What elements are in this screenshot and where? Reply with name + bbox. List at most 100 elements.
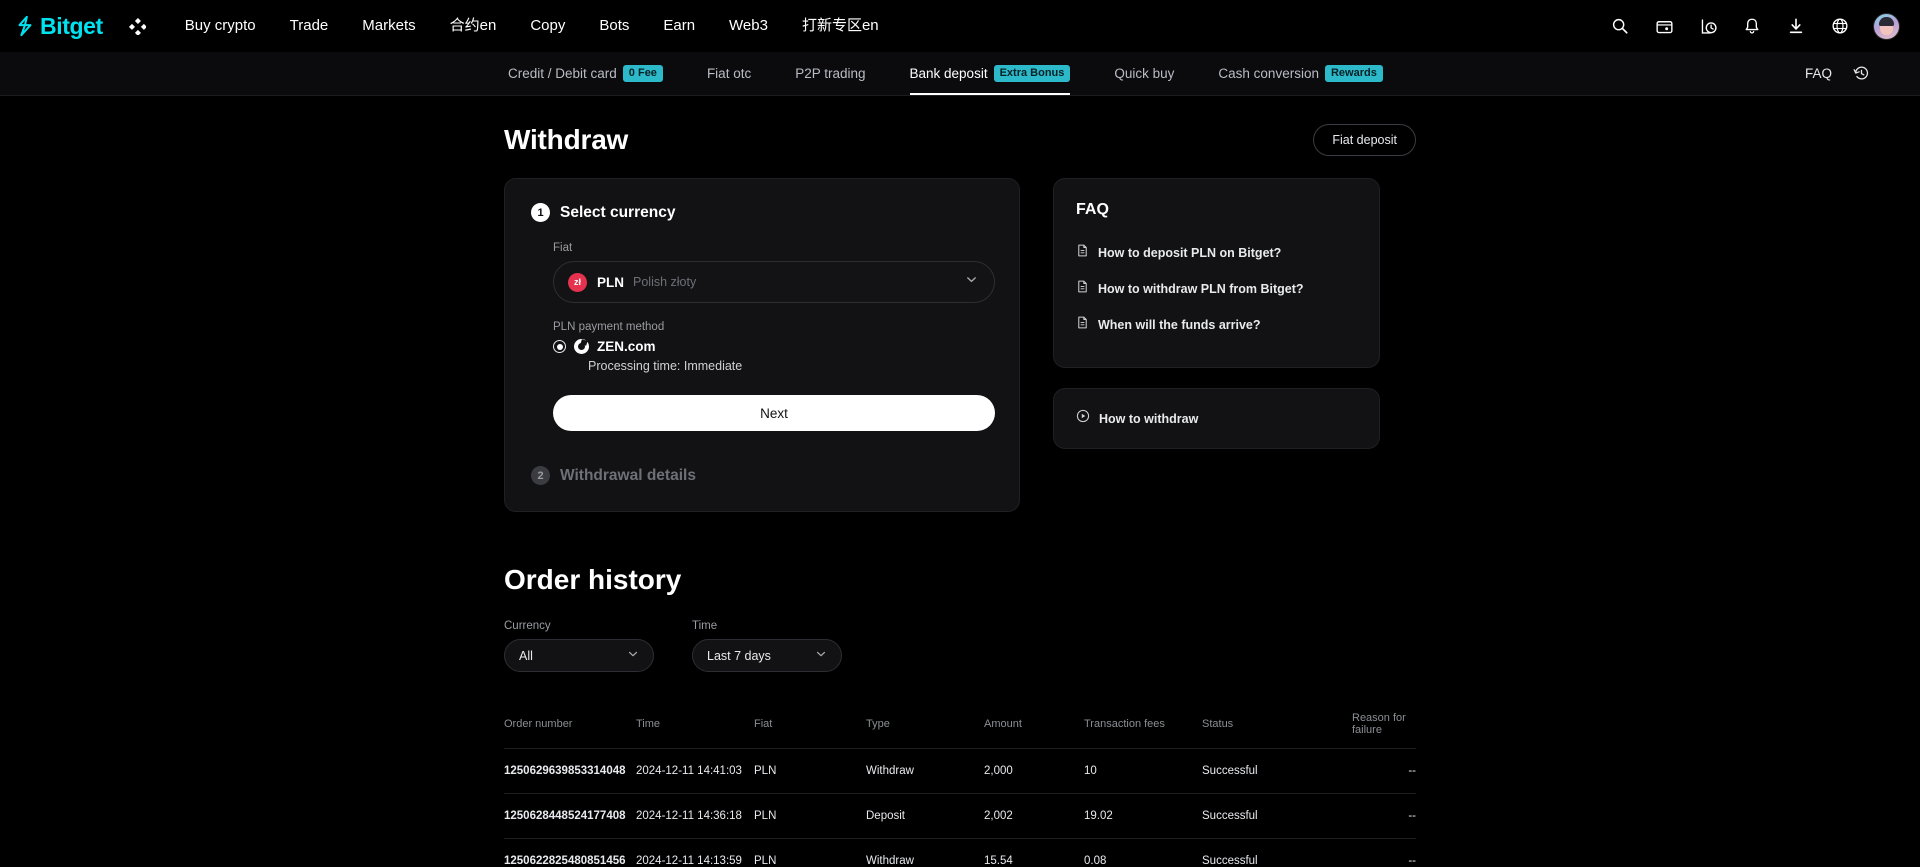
column-reason-for-failure: Reason for failure (1352, 702, 1416, 749)
tab-credit-debit-card[interactable]: Credit / Debit card 0 Fee (508, 52, 685, 95)
column-transaction-fees: Transaction fees (1084, 702, 1202, 749)
chevron-down-icon (815, 648, 827, 663)
faq-item-label: When will the funds arrive? (1098, 318, 1261, 332)
zen-logo-icon (574, 339, 589, 354)
cell-status: Successful (1202, 794, 1352, 839)
cell-reason: -- (1352, 794, 1416, 839)
fiat-sub-navigation: Credit / Debit card 0 Fee Fiat otc P2P t… (0, 52, 1920, 96)
tab-cash-conversion[interactable]: Cash conversion Rewards (1196, 52, 1404, 95)
time-filter-select[interactable]: Last 7 days (692, 639, 842, 672)
step-2-title: Withdrawal details (560, 467, 696, 485)
how-to-withdraw-panel[interactable]: How to withdraw (1053, 388, 1380, 449)
cell-fees: 10 (1084, 749, 1202, 794)
order-history-icon[interactable] (1697, 15, 1719, 37)
nav-link-futures[interactable]: 合约en (433, 0, 514, 52)
time-filter-label: Time (692, 620, 842, 632)
tab-fiat-otc[interactable]: Fiat otc (685, 52, 773, 95)
cell-fees: 0.08 (1084, 839, 1202, 867)
nav-link-earn[interactable]: Earn (646, 0, 712, 52)
content-container: Withdraw Fiat deposit 1 Select currency … (504, 96, 1416, 867)
cell-amount: 2,002 (984, 794, 1084, 839)
tab-label: Credit / Debit card (508, 66, 617, 81)
two-column-layout: 1 Select currency Fiat zł PLN Polish zło… (504, 178, 1416, 512)
time-filter-value: Last 7 days (707, 649, 771, 663)
clock-rewind-icon[interactable] (1850, 63, 1872, 85)
tab-bank-deposit[interactable]: Bank deposit Extra Bonus (888, 52, 1093, 95)
step-1-number: 1 (531, 203, 550, 222)
badge-extra-bonus: Extra Bonus (994, 65, 1071, 83)
cell-amount: 15.54 (984, 839, 1084, 867)
nav-link-buy-crypto[interactable]: Buy crypto (168, 0, 273, 52)
table-row[interactable]: 1250622825480851456 2024-12-11 14:13:59 … (504, 839, 1416, 867)
apps-grid-icon[interactable] (129, 18, 146, 35)
tab-quick-buy[interactable]: Quick buy (1092, 52, 1196, 95)
column-amount: Amount (984, 702, 1084, 749)
faq-item-funds-arrive[interactable]: When will the funds arrive? (1076, 307, 1357, 343)
table-header: Order number Time Fiat Type Amount Trans… (504, 702, 1416, 749)
currency-filter-label: Currency (504, 620, 654, 632)
currency-filter-value: All (519, 649, 533, 663)
bitget-logo[interactable]: Bitget (14, 13, 103, 40)
payment-method-option-zen[interactable]: ZEN.com (553, 339, 993, 354)
fiat-deposit-button[interactable]: Fiat deposit (1313, 124, 1416, 156)
download-icon[interactable] (1785, 15, 1807, 37)
tab-label: Cash conversion (1218, 66, 1319, 81)
how-to-withdraw-row[interactable]: How to withdraw (1076, 409, 1357, 428)
cell-time: 2024-12-11 14:41:03 (636, 749, 754, 794)
faq-item-withdraw-pln[interactable]: How to withdraw PLN from Bitget? (1076, 271, 1357, 307)
badge-zero-fee: 0 Fee (623, 65, 663, 83)
cell-fees: 19.02 (1084, 794, 1202, 839)
nav-link-markets[interactable]: Markets (345, 0, 432, 52)
table-row[interactable]: 1250629639853314048 2024-12-11 14:41:03 … (504, 749, 1416, 794)
select-currency-card: 1 Select currency Fiat zł PLN Polish zło… (504, 178, 1020, 512)
faq-link[interactable]: FAQ (1805, 66, 1832, 81)
step-2-number: 2 (531, 466, 550, 485)
cell-type: Deposit (866, 794, 984, 839)
column-fiat: Fiat (754, 702, 866, 749)
nav-link-trade[interactable]: Trade (273, 0, 346, 52)
avatar[interactable] (1873, 13, 1900, 40)
column-status: Status (1202, 702, 1352, 749)
cell-status: Successful (1202, 749, 1352, 794)
nav-link-launchpad[interactable]: 打新专区en (785, 0, 896, 52)
table-body: 1250629639853314048 2024-12-11 14:41:03 … (504, 749, 1416, 867)
nav-link-web3[interactable]: Web3 (712, 0, 785, 52)
wallet-icon[interactable] (1653, 15, 1675, 37)
cell-type: Withdraw (866, 749, 984, 794)
column-type: Type (866, 702, 984, 749)
right-sidebar: FAQ How to deposit PLN on Bitget? (1053, 178, 1380, 449)
currency-filter-group: Currency All (504, 620, 654, 672)
faq-item-label: How to withdraw PLN from Bitget? (1098, 282, 1304, 296)
fiat-currency-select[interactable]: zł PLN Polish złoty (553, 261, 995, 303)
page-title: Withdraw (504, 124, 628, 156)
currency-filter-select[interactable]: All (504, 639, 654, 672)
cell-reason: -- (1352, 839, 1416, 867)
cell-time: 2024-12-11 14:36:18 (636, 794, 754, 839)
faq-item-deposit-pln[interactable]: How to deposit PLN on Bitget? (1076, 235, 1357, 271)
step-1-header: 1 Select currency (531, 203, 993, 222)
step-1-title: Select currency (560, 204, 675, 222)
next-button[interactable]: Next (553, 395, 995, 431)
search-icon[interactable] (1609, 15, 1631, 37)
top-nav-icon-group (1609, 13, 1900, 40)
column-time: Time (636, 702, 754, 749)
tab-label: Bank deposit (910, 66, 988, 81)
tab-label: Quick buy (1114, 66, 1174, 81)
nav-link-copy[interactable]: Copy (513, 0, 582, 52)
badge-rewards: Rewards (1325, 65, 1383, 83)
main-nav-links: Buy crypto Trade Markets 合约en Copy Bots … (168, 0, 896, 52)
nav-link-bots[interactable]: Bots (582, 0, 646, 52)
cell-status: Successful (1202, 839, 1352, 867)
payment-method-name: ZEN.com (597, 339, 656, 354)
bitget-logo-mark (14, 15, 36, 37)
tab-p2p-trading[interactable]: P2P trading (773, 52, 887, 95)
table-row[interactable]: 1250628448524177408 2024-12-11 14:36:18 … (504, 794, 1416, 839)
order-history-title: Order history (504, 564, 1416, 596)
time-filter-group: Time Last 7 days (692, 620, 842, 672)
radio-zen-selected[interactable] (553, 340, 566, 353)
cell-order-number: 1250622825480851456 (504, 839, 636, 867)
cell-fiat: PLN (754, 749, 866, 794)
step-2-header: 2 Withdrawal details (531, 466, 993, 485)
notification-bell-icon[interactable] (1741, 15, 1763, 37)
language-globe-icon[interactable] (1829, 15, 1851, 37)
